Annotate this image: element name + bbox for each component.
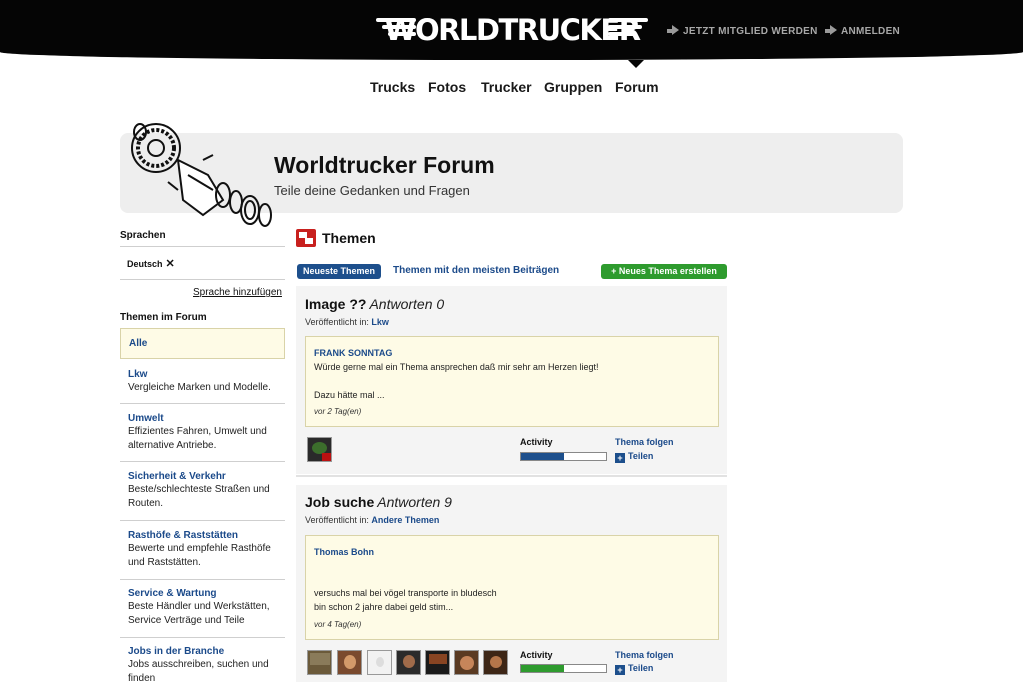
share-label: Teilen (628, 663, 654, 673)
divider (120, 246, 285, 247)
login-link[interactable]: ANMELDEN (825, 25, 900, 37)
activity-label: Activity (520, 437, 553, 447)
page-title: Worldtrucker Forum (274, 152, 495, 178)
nav-trucks[interactable]: Trucks (370, 79, 415, 95)
category-all-label: Alle (129, 338, 148, 349)
latest-post[interactable]: Thomas Bohn versuchs mal bei vögel trans… (305, 535, 719, 640)
post-text-line2: bin schon 2 jahre dabei geld stim... (314, 602, 454, 612)
page-subtitle: Teile deine Gedanken und Fragen (274, 183, 470, 198)
avatar[interactable] (396, 650, 421, 675)
category-umwelt[interactable]: Umwelt Effizientes Fahren, Umwelt und al… (120, 413, 285, 462)
category-desc: Vergleiche Marken und Modelle. (128, 382, 271, 393)
main-nav: Trucks Fotos Trucker Gruppen Forum (0, 79, 1023, 99)
post-text-line2: Dazu hätte mal ... (314, 390, 385, 400)
category-service[interactable]: Service & Wartung Beste Händler und Werk… (120, 588, 285, 638)
topic-title[interactable]: Image ?? Antworten 0 (305, 296, 444, 312)
category-title: Umwelt (128, 413, 164, 424)
language-chip[interactable]: Deutsch ✕ (127, 257, 175, 270)
share-link[interactable]: + Teilen (615, 663, 653, 675)
section-title: Themen (322, 230, 376, 246)
avatar[interactable] (337, 650, 362, 675)
tab-most-posts[interactable]: Themen mit den meisten Beiträgen (393, 265, 559, 276)
activity-bar (520, 664, 607, 673)
category-desc: Effizientes Fahren, Umwelt und alternati… (128, 426, 267, 451)
nav-gruppen[interactable]: Gruppen (544, 79, 602, 95)
nav-trucker[interactable]: Trucker (481, 79, 532, 95)
latest-post[interactable]: FRANK SONNTAG Würde gerne mal ein Thema … (305, 336, 719, 427)
category-title: Rasthöfe & Raststätten (128, 530, 239, 541)
category-desc: Bewerte und empfehle Rasthöfe und Rastst… (128, 543, 271, 568)
category-title: Sicherheit & Verkehr (128, 471, 226, 482)
category-desc: Beste Händler und Werkstätten, Service V… (128, 601, 270, 626)
activity-bar-fill (521, 665, 564, 672)
avatar[interactable] (307, 437, 332, 462)
post-text-line1: versuchs mal bei vögel transporte in blu… (314, 588, 497, 598)
share-link[interactable]: + Teilen (615, 451, 653, 463)
post-text-line1: Würde gerne mal ein Thema ansprechen daß… (314, 362, 599, 372)
divider (296, 475, 727, 477)
nav-fotos[interactable]: Fotos (428, 79, 466, 95)
worldtrucker-logo[interactable]: WORLDTRUCKER (376, 12, 648, 48)
category-desc: Beste/schlechteste Straßen und Routen. (128, 484, 270, 509)
active-nav-pointer (628, 60, 644, 68)
add-language-link[interactable]: Sprache hinzufügen (193, 287, 282, 298)
activity-bar-fill (521, 453, 564, 460)
topic-answer-count: Antworten 9 (377, 494, 452, 510)
category-title: Service & Wartung (128, 588, 217, 599)
topics-heading: Themen im Forum (120, 312, 207, 323)
category-rasthoefe[interactable]: Rasthöfe & Raststätten Bewerte und empfe… (120, 530, 285, 580)
remove-icon[interactable]: ✕ (166, 258, 175, 270)
topic-title-text: Image ?? (305, 296, 367, 312)
category-title: Lkw (128, 369, 148, 380)
logo-wing-right-icon (608, 18, 648, 42)
published-in: Veröffentlicht in: Andere Themen (305, 515, 439, 525)
chat-bubbles-icon (296, 229, 316, 247)
language-chip-label: Deutsch (127, 259, 163, 269)
avatar[interactable] (307, 650, 332, 675)
avatar[interactable] (367, 650, 392, 675)
login-label: ANMELDEN (841, 26, 901, 37)
join-link[interactable]: JETZT MITGLIED WERDEN (667, 25, 818, 37)
activity-label: Activity (520, 650, 553, 660)
post-time: vor 4 Tag(en) (314, 620, 362, 629)
plus-icon: + (615, 665, 625, 675)
topic-category-link[interactable]: Andere Themen (371, 515, 439, 525)
avatar[interactable] (425, 650, 450, 675)
category-lkw[interactable]: Lkw Vergleiche Marken und Modelle. (120, 369, 285, 404)
published-prefix: Veröffentlicht in: (305, 515, 369, 525)
tab-newest-topics[interactable]: Neueste Themen (297, 264, 382, 279)
avatar[interactable] (454, 650, 479, 675)
activity-bar (520, 452, 607, 461)
published-in: Veröffentlicht in: Lkw (305, 317, 389, 327)
post-author[interactable]: Thomas Bohn (314, 547, 374, 557)
category-all[interactable]: Alle (120, 328, 285, 359)
topic-title-text: Job suche (305, 494, 375, 510)
category-jobs[interactable]: Jobs in der Branche Jobs ausschreiben, s… (120, 646, 285, 686)
published-prefix: Veröffentlicht in: (305, 317, 369, 327)
share-label: Teilen (628, 451, 654, 461)
topic-answer-count: Antworten 0 (369, 296, 445, 312)
new-topic-button[interactable]: + Neues Thema erstellen (601, 264, 727, 279)
join-label: JETZT MITGLIED WERDEN (683, 26, 818, 37)
languages-heading: Sprachen (120, 230, 166, 241)
category-sicherheit[interactable]: Sicherheit & Verkehr Beste/schlechteste … (120, 471, 285, 521)
topic-category-link[interactable]: Lkw (371, 317, 389, 327)
post-time: vor 2 Tag(en) (314, 407, 362, 416)
post-author[interactable]: FRANK SONNTAG (314, 348, 392, 358)
top-bar: WORLDTRUCKER JETZT MITGLIED WERDEN ANMEL… (0, 0, 1023, 60)
divider (120, 279, 285, 280)
topic-title[interactable]: Job suche Antworten 9 (305, 494, 452, 510)
avatar[interactable] (483, 650, 508, 675)
nav-forum[interactable]: Forum (615, 79, 659, 95)
gear-parts-icon (131, 123, 272, 227)
follow-topic-link[interactable]: Thema folgen (615, 650, 674, 660)
category-title: Jobs in der Branche (128, 646, 225, 657)
follow-topic-link[interactable]: Thema folgen (615, 437, 674, 447)
plus-icon: + (615, 453, 625, 463)
